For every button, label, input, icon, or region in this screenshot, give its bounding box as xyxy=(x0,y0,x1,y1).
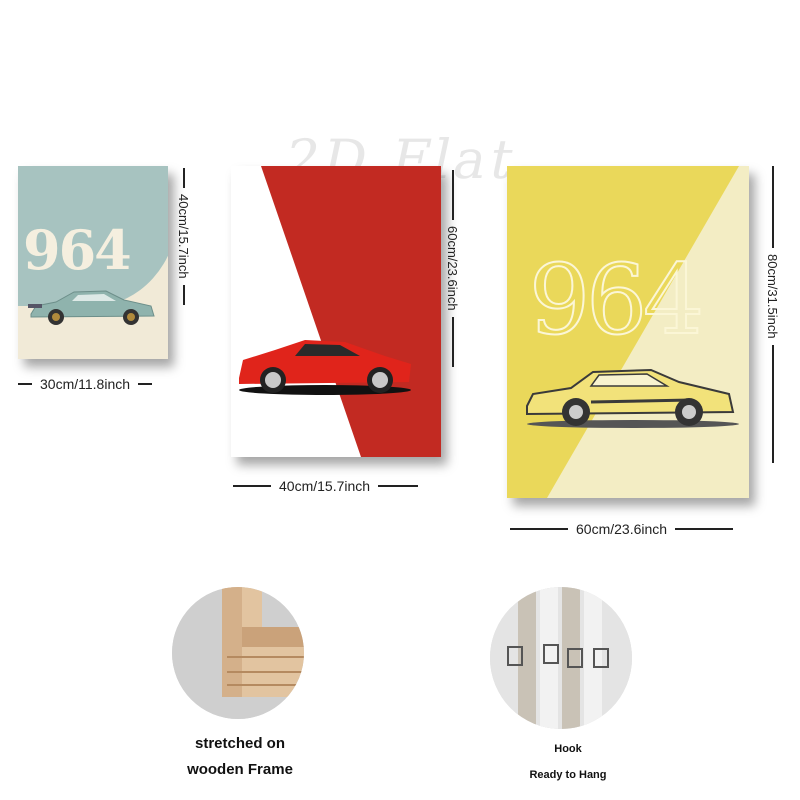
teal-car-illustration xyxy=(28,290,155,325)
poster-small-height-dimension: 40cm/15.7inch xyxy=(176,168,191,305)
poster-small-width-label: 30cm/11.8inch xyxy=(40,376,131,392)
poster-small-width-dimension: 30cm/11.8inch xyxy=(18,376,153,392)
wooden-frame-corner-icon xyxy=(172,587,304,719)
poster-medium-width-dimension: 40cm/15.7inch xyxy=(233,478,419,494)
poster-medium-height-dimension: 60cm/23.6inch xyxy=(445,170,460,367)
poster-title-964: 964 xyxy=(23,218,132,282)
poster-medium-height-label: 60cm/23.6inch xyxy=(445,226,460,311)
hook-caption-line1: Hook xyxy=(554,743,582,755)
poster-title-964: 964 xyxy=(528,243,705,357)
poster-red-stripe xyxy=(261,166,441,457)
frame-caption-line2: wooden Frame xyxy=(187,761,293,778)
hook-caption-line2: Ready to Hang xyxy=(529,769,607,781)
poster-small: 964 xyxy=(18,166,168,359)
poster-small-height-label: 40cm/15.7inch xyxy=(176,194,191,279)
poster-large-width-label: 60cm/23.6inch xyxy=(576,521,668,537)
poster-large-width-dimension: 60cm/23.6inch xyxy=(510,521,734,537)
red-car-illustration xyxy=(239,340,411,395)
poster-large-height-label: 80cm/31.5inch xyxy=(765,254,780,339)
poster-large: 964 xyxy=(507,166,749,498)
hook-caption: Hook Ready to Hang xyxy=(488,736,648,788)
poster-medium-width-label: 40cm/15.7inch xyxy=(279,478,371,494)
poster-large-height-dimension: 80cm/31.5inch xyxy=(765,166,780,463)
frame-caption: stretched on wooden Frame xyxy=(160,731,320,783)
yellow-car-illustration xyxy=(526,368,739,428)
frame-caption-line1: stretched on xyxy=(194,735,285,752)
poster-medium xyxy=(231,166,441,457)
hanging-hook-icon xyxy=(490,587,632,729)
